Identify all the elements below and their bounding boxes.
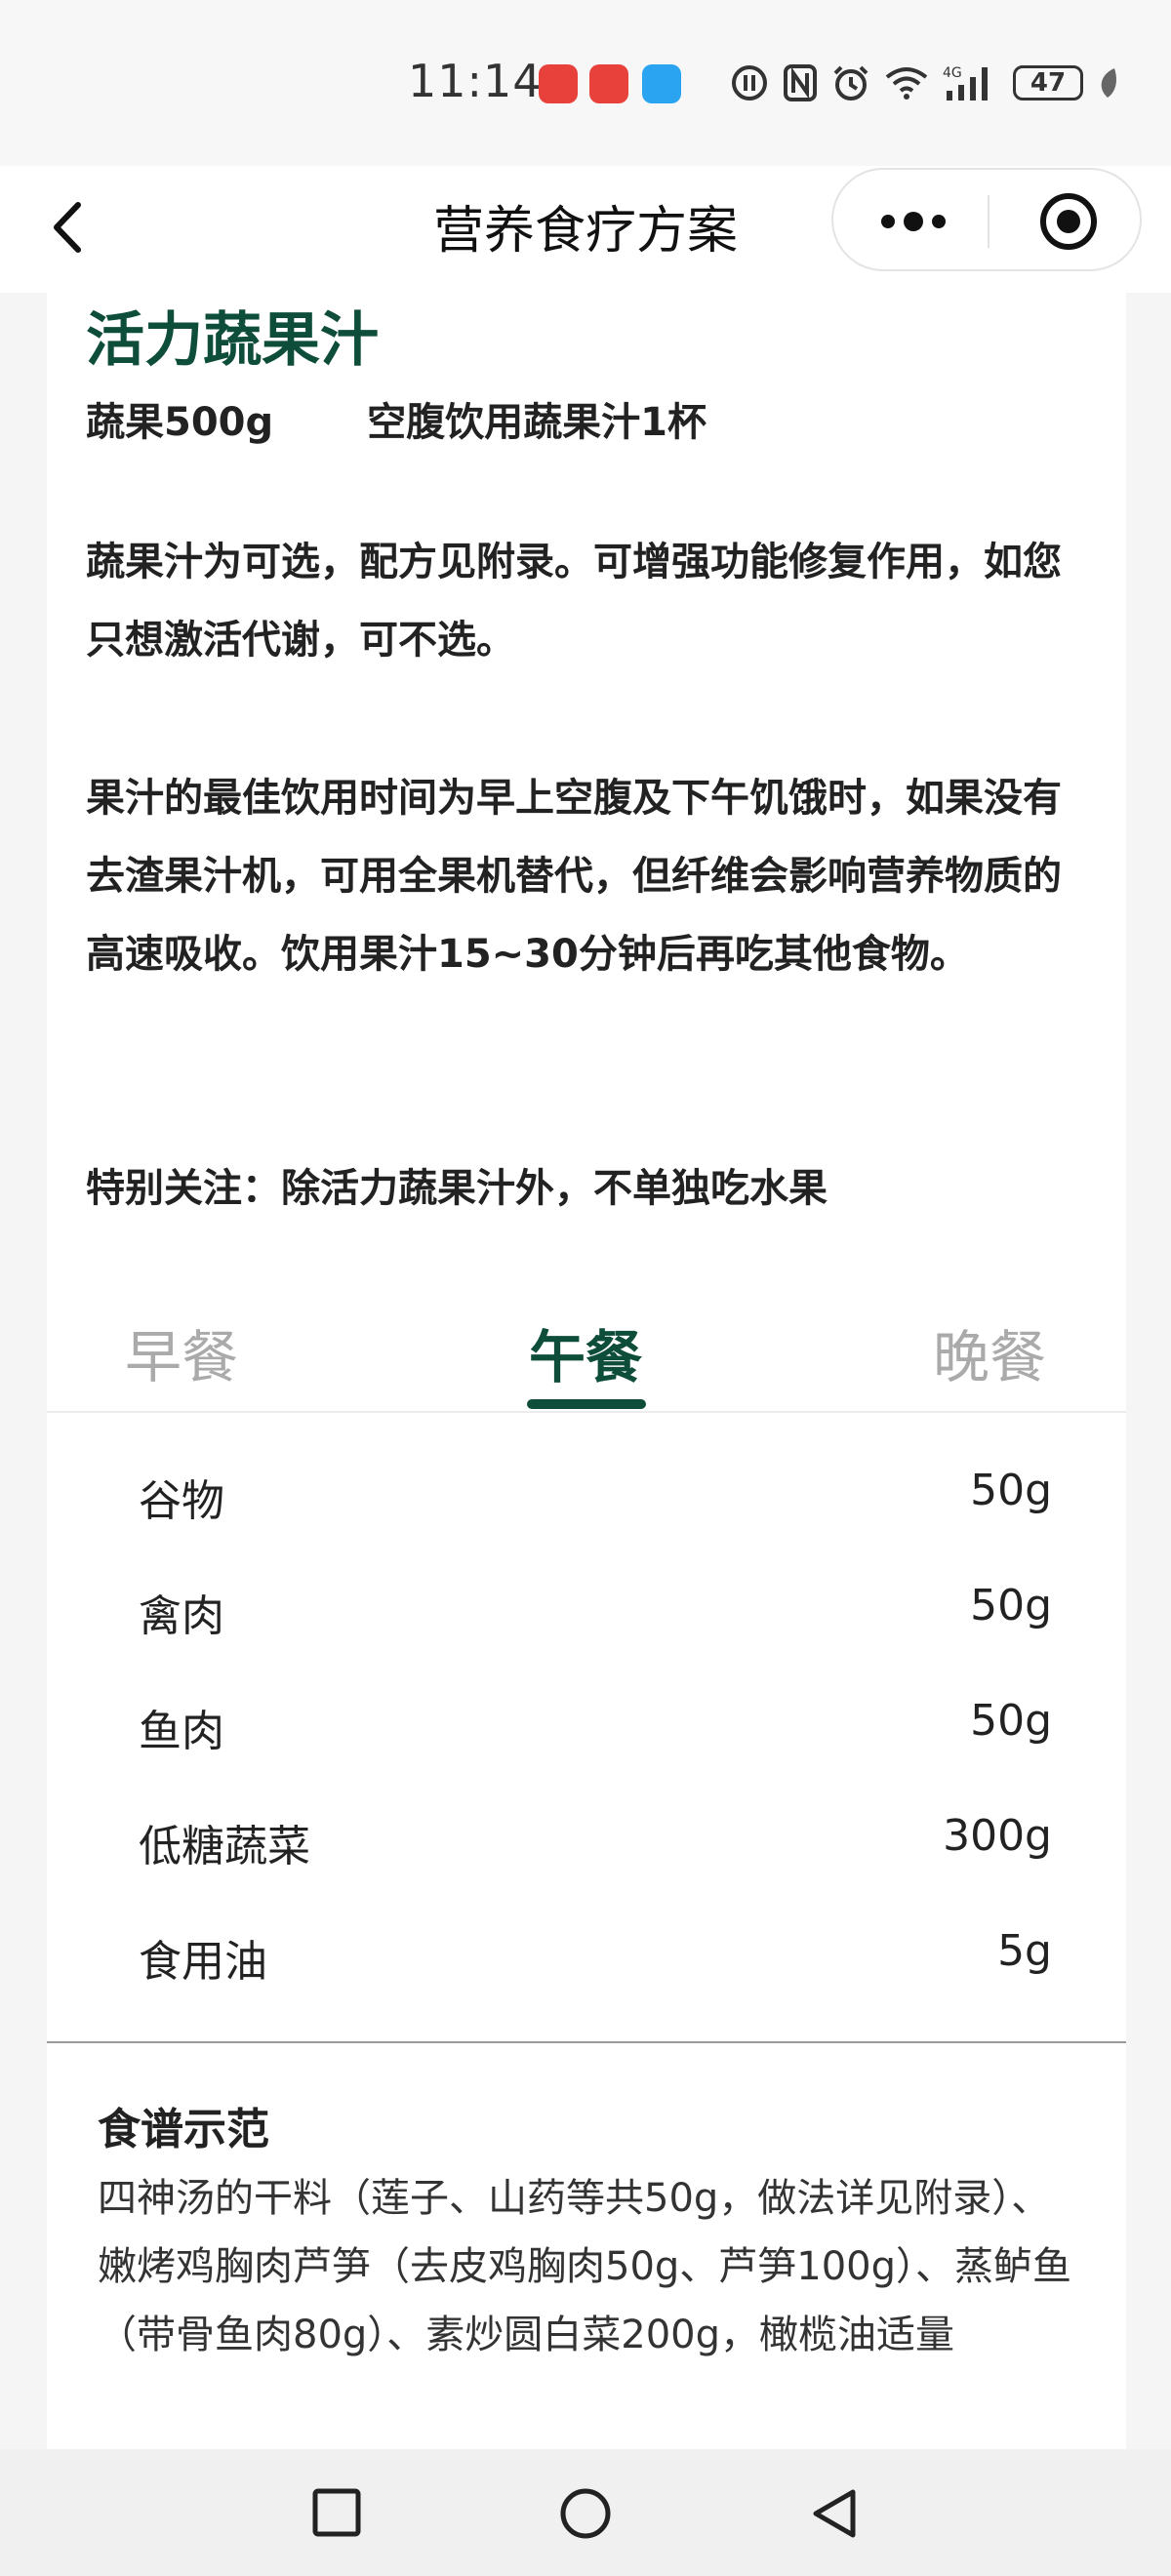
status-time: 11:14	[408, 55, 543, 107]
system-icons: 4G 47	[730, 59, 1118, 107]
status-bar: 11:14 4G 47	[0, 0, 1171, 166]
android-nav-bar	[0, 2449, 1171, 2576]
battery-level: 47	[1030, 68, 1067, 98]
capsule-divider	[988, 195, 989, 248]
recipe-body: 四神汤的干料（莲子、山药等共50g，做法详见附录）、嫩烤鸡胸肉芦笋（去皮鸡胸肉5…	[98, 2176, 1072, 2357]
huawei-app-icon	[539, 64, 578, 103]
recipe-title: 食谱示范	[98, 2105, 269, 2154]
capsule-menu	[831, 168, 1142, 271]
signal-4g-icon: 4G	[943, 65, 988, 101]
food-row: 食用油 5g	[139, 1926, 1052, 1994]
section-divider	[47, 2041, 1126, 2043]
huawei-app-icon	[589, 64, 628, 103]
tab-dinner[interactable]: 晚餐	[933, 1311, 1046, 1393]
circle-home-icon[interactable]	[558, 2486, 613, 2541]
food-name: 鱼肉	[139, 1707, 224, 1756]
food-amount: 50g	[970, 1581, 1052, 1630]
diet-plan-card: 活力蔬果汁 蔬果500g 空腹饮用蔬果汁1杯 蔬果汁为可选，配方见附录。可增强功能…	[47, 293, 1126, 2449]
message-icon	[642, 64, 681, 103]
food-name: 谷物	[139, 1476, 224, 1526]
juice-meta: 蔬果500g 空腹饮用蔬果汁1杯	[86, 390, 707, 447]
square-recents-icon[interactable]	[310, 2486, 363, 2539]
food-row: 鱼肉 50g	[139, 1696, 1052, 1764]
leaf-icon	[1101, 68, 1116, 98]
alarm-icon	[833, 65, 868, 101]
nfc-icon	[784, 64, 817, 101]
juice-title: 活力蔬果汁	[86, 306, 379, 375]
nav-bar: 营养食疗方案	[0, 166, 1171, 293]
more-dots-icon[interactable]	[876, 199, 950, 244]
tab-breakfast[interactable]: 早餐	[125, 1311, 238, 1393]
food-amount: 50g	[970, 1696, 1052, 1746]
food-name: 禽肉	[139, 1591, 224, 1641]
food-name: 食用油	[139, 1937, 267, 1987]
juice-amount: 蔬果500g	[86, 400, 274, 445]
battery-icon: 47	[1013, 65, 1083, 101]
svg-text:4G: 4G	[943, 65, 962, 81]
tab-lunch[interactable]: 午餐	[529, 1311, 642, 1393]
food-amount: 5g	[997, 1926, 1052, 1976]
wifi-icon	[885, 67, 928, 100]
food-amount: 300g	[943, 1811, 1052, 1861]
target-circle-icon[interactable]	[1038, 191, 1099, 252]
food-name: 低糖蔬菜	[139, 1822, 310, 1872]
meal-tabs: 早餐 午餐 晚餐	[47, 1278, 1126, 1413]
food-amount: 50g	[970, 1466, 1052, 1515]
hd-icon	[732, 65, 767, 101]
triangle-back-icon[interactable]	[808, 2486, 861, 2541]
food-row: 谷物 50g	[139, 1466, 1052, 1534]
juice-note: 蔬果汁为可选，配方见附录。可增强功能修复作用，如您只想激活代谢，可不选。	[86, 540, 1062, 663]
special-attention-note: 特别关注：除活力蔬果汁外，不单独吃水果	[86, 1166, 828, 1211]
food-row: 低糖蔬菜 300g	[139, 1811, 1052, 1879]
active-tab-indicator	[527, 1399, 646, 1409]
juice-timing-note: 果汁的最佳饮用时间为早上空腹及下午饥饿时，如果没有去渣果汁机，可用全果机替代，但…	[86, 776, 1062, 977]
food-row: 禽肉 50g	[139, 1581, 1052, 1649]
juice-instruction: 空腹饮用蔬果汁1杯	[367, 400, 707, 445]
